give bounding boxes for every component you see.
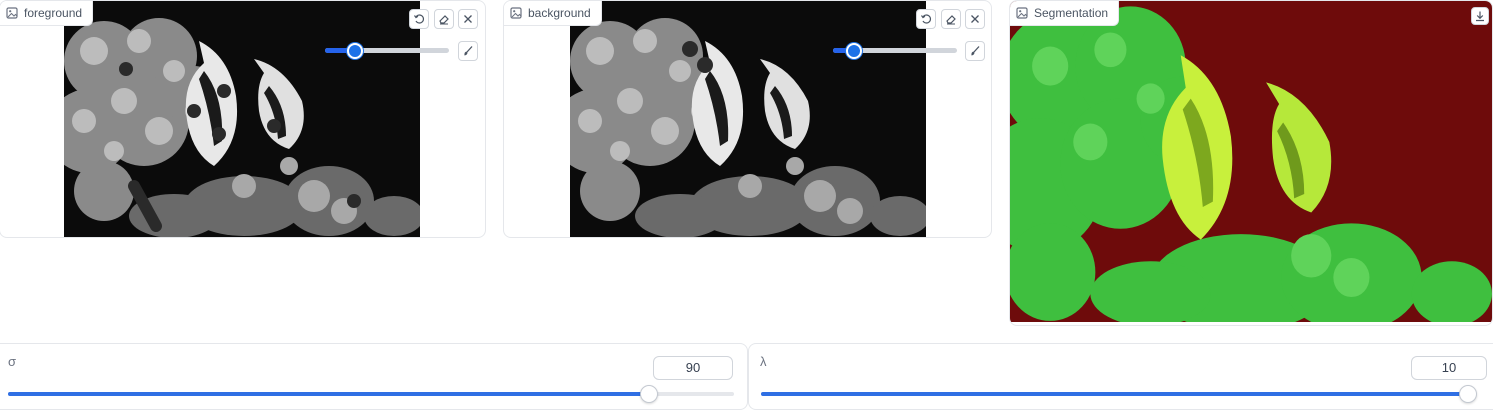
lambda-slider[interactable]: [761, 384, 1477, 404]
background-label: background: [528, 6, 591, 20]
segmentation-panel: Segmentation: [1009, 0, 1493, 326]
sigma-number-input[interactable]: 90: [653, 356, 733, 380]
lambda-number-input[interactable]: 10: [1411, 356, 1487, 380]
brush-icon: [971, 46, 980, 56]
image-icon: [510, 7, 522, 19]
close-icon: [971, 15, 979, 23]
download-button[interactable]: [1471, 7, 1489, 25]
foreground-brush-size-slider[interactable]: [325, 41, 449, 61]
eraser-icon: [439, 15, 449, 25]
clear-button[interactable]: [458, 9, 478, 29]
brush-thumb[interactable]: [346, 43, 363, 59]
undo-button[interactable]: [409, 9, 429, 29]
clear-button[interactable]: [965, 9, 985, 29]
eraser-icon: [946, 15, 956, 25]
background-label-chip: background: [504, 1, 602, 26]
undo-button[interactable]: [916, 9, 936, 29]
sigma-slider[interactable]: [8, 384, 734, 404]
eraser-button[interactable]: [941, 9, 961, 29]
segmentation-label: Segmentation: [1034, 6, 1109, 20]
sigma-panel: σ 90: [0, 343, 748, 410]
brush-icon: [464, 46, 473, 56]
close-icon: [464, 15, 472, 23]
foreground-panel: foreground: [0, 0, 486, 238]
slider-fill: [8, 392, 650, 396]
foreground-label: foreground: [24, 6, 83, 20]
image-icon: [6, 7, 18, 19]
brush-button[interactable]: [965, 41, 985, 61]
background-brush-size-slider[interactable]: [833, 41, 957, 61]
background-canvas[interactable]: [570, 1, 926, 237]
undo-icon: [921, 14, 931, 24]
slider-thumb[interactable]: [640, 385, 659, 403]
eraser-button[interactable]: [434, 9, 454, 29]
lambda-label: λ: [760, 354, 767, 369]
brush-thumb[interactable]: [845, 43, 862, 59]
undo-icon: [414, 14, 424, 24]
download-icon: [1476, 11, 1484, 22]
sigma-label: σ: [8, 354, 17, 369]
foreground-label-chip: foreground: [0, 1, 94, 26]
brush-button[interactable]: [458, 41, 478, 61]
slider-fill: [761, 392, 1468, 396]
foreground-canvas[interactable]: [64, 1, 420, 237]
lambda-panel: λ 10: [748, 343, 1493, 410]
segmentation-image: [1010, 1, 1492, 322]
image-icon: [1016, 7, 1028, 19]
background-panel: background: [503, 0, 992, 238]
slider-thumb[interactable]: [1459, 385, 1477, 403]
segmentation-label-chip: Segmentation: [1010, 1, 1120, 26]
